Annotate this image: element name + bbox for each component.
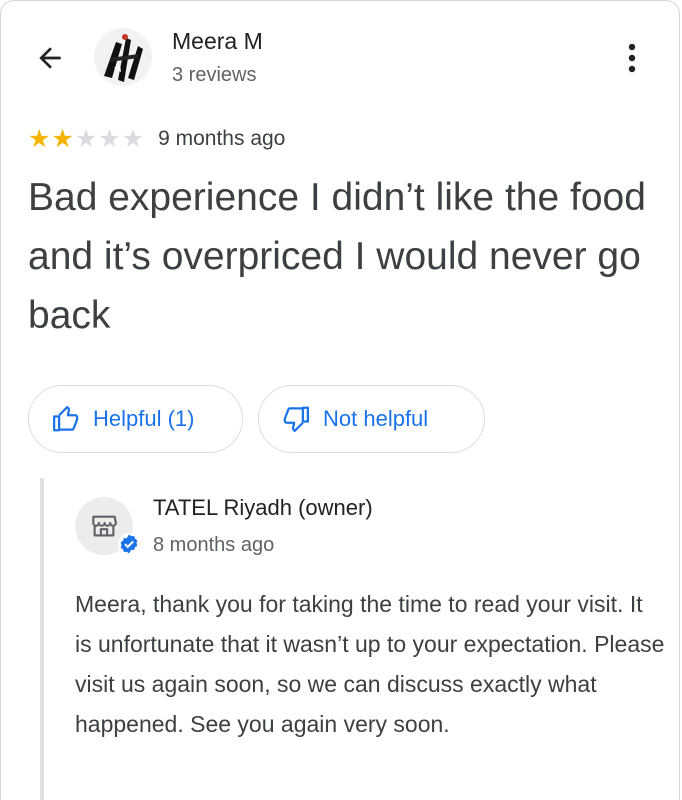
rating-row: ★ ★ ★ ★ ★ 9 months ago xyxy=(28,124,285,154)
star-icon: ★ xyxy=(98,124,121,153)
arrow-left-icon xyxy=(39,47,61,69)
star-icon: ★ xyxy=(28,124,51,153)
review-date: 9 months ago xyxy=(158,127,286,150)
owner-name: TATEL Riyadh (owner) xyxy=(153,495,373,520)
storefront-icon xyxy=(92,515,117,537)
star-icon: ★ xyxy=(74,124,98,153)
avatar-image xyxy=(94,28,152,86)
thumbs-down-icon xyxy=(283,406,309,432)
reviewer-review-count: 3 reviews xyxy=(172,64,257,86)
back-button[interactable] xyxy=(28,38,72,78)
helpful-label: Helpful (1) xyxy=(93,406,195,431)
reviewer-avatar[interactable] xyxy=(94,28,152,86)
star-icon: ★ xyxy=(51,124,74,153)
thumbs-up-icon xyxy=(53,406,79,432)
helpful-button[interactable]: Helpful (1) xyxy=(28,385,243,453)
review-text: Bad experience I didn’t like the food an… xyxy=(28,176,646,337)
not-helpful-label: Not helpful xyxy=(323,406,429,431)
owner-reply-text: Meera, thank you for taking the time to … xyxy=(75,591,665,737)
star-rating: ★ ★ ★ ★ ★ xyxy=(28,124,144,154)
star-icon: ★ xyxy=(121,124,145,153)
verified-badge-icon xyxy=(118,533,140,555)
reviewer-name[interactable]: Meera M xyxy=(172,28,263,55)
owner-reply-date: 8 months ago xyxy=(153,534,275,556)
more-options-button[interactable] xyxy=(616,40,648,76)
not-helpful-button[interactable]: Not helpful xyxy=(258,385,485,453)
more-vertical-icon xyxy=(628,43,636,73)
owner-reply-divider xyxy=(40,478,44,800)
